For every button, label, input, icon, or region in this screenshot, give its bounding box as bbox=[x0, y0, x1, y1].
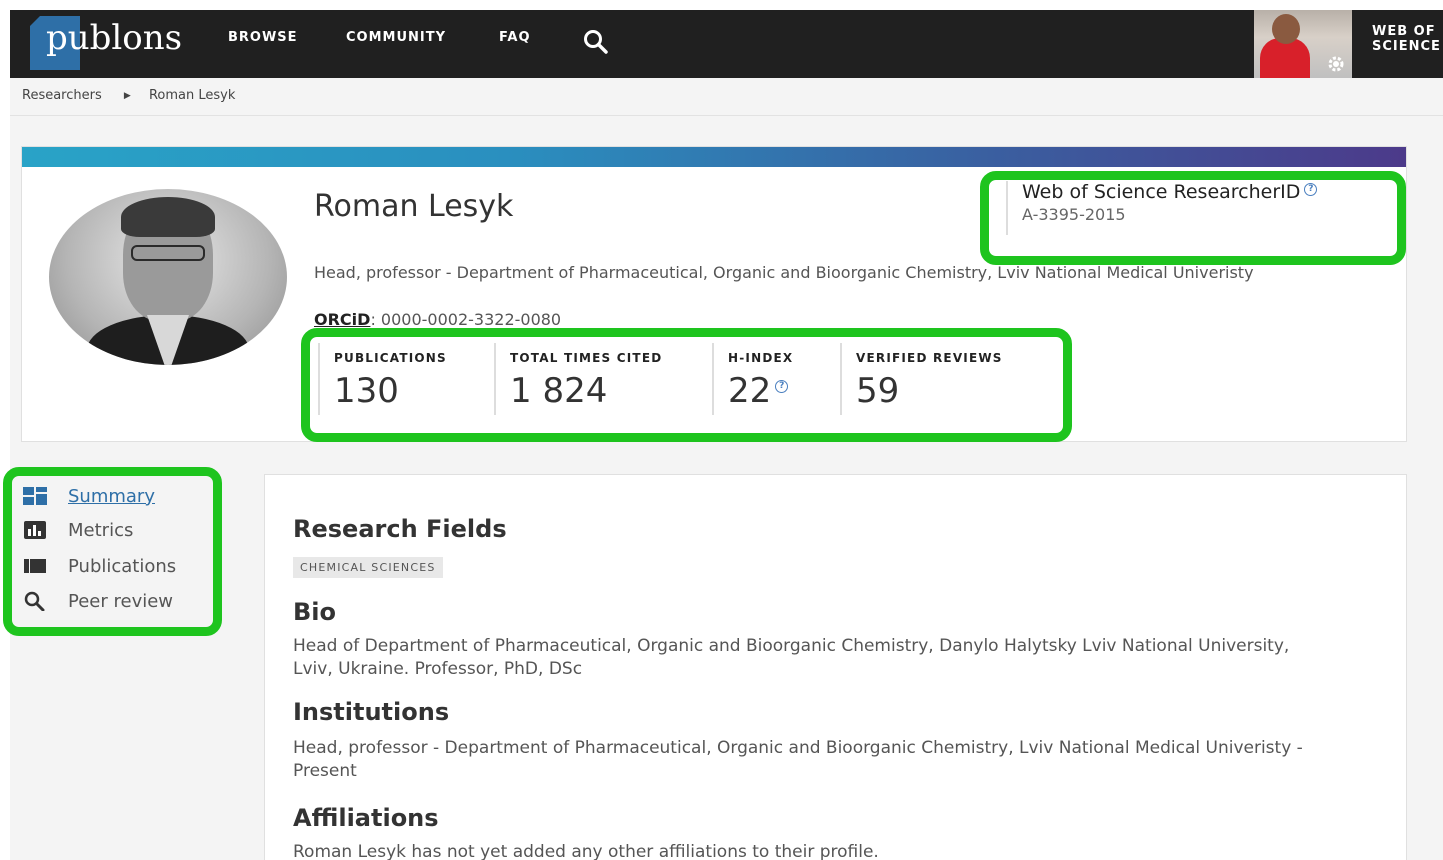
metric-total-times-cited[interactable]: TOTAL TIMES CITED 1 824 bbox=[494, 343, 712, 415]
affiliations-text: Roman Lesyk has not yet added any other … bbox=[293, 842, 879, 860]
orcid-label[interactable]: ORCiD bbox=[314, 310, 370, 329]
search-icon bbox=[22, 591, 48, 611]
breadcrumb-current: Roman Lesyk bbox=[148, 88, 236, 103]
metric-label: PUBLICATIONS bbox=[334, 351, 447, 365]
wos-line-1: WEB OF bbox=[1372, 24, 1436, 39]
avatar-figure-head bbox=[1272, 14, 1300, 44]
profile-orcid: ORCiD: 0000-0002-3322-0080 bbox=[314, 310, 561, 329]
avatar-glasses bbox=[131, 245, 205, 261]
dashboard-icon bbox=[22, 486, 48, 506]
profile-card: Roman Lesyk Head, professor - Department… bbox=[21, 146, 1407, 442]
metric-h-index[interactable]: H-INDEX 22? bbox=[712, 343, 840, 415]
user-avatar-menu[interactable] bbox=[1254, 10, 1352, 78]
metric-value: 130 bbox=[334, 371, 399, 411]
sidebar-item-label: Metrics bbox=[68, 519, 134, 541]
bio-text: Head of Department of Pharmaceutical, Or… bbox=[293, 636, 1290, 679]
nav-faq[interactable]: FAQ bbox=[499, 30, 531, 45]
profile-avatar bbox=[49, 189, 287, 365]
h-index-value: 22 bbox=[728, 371, 772, 411]
help-icon[interactable]: ? bbox=[1304, 182, 1318, 196]
avatar-hair bbox=[121, 197, 215, 237]
nav-search-button[interactable] bbox=[582, 28, 610, 56]
metric-label: VERIFIED REVIEWS bbox=[856, 351, 1003, 365]
summary-content-card: Research Fields CHEMICAL SCIENCES Bio He… bbox=[264, 474, 1407, 860]
orcid-value: : 0000-0002-3322-0080 bbox=[370, 310, 562, 329]
institutions-text: Head, professor - Department of Pharmace… bbox=[293, 738, 1303, 781]
research-field-tag[interactable]: CHEMICAL SCIENCES bbox=[293, 557, 443, 578]
breadcrumb: Researchers ▶ Roman Lesyk bbox=[10, 78, 1443, 116]
top-navigation-bar: publons BROWSE COMMUNITY FAQ WEB OF SCIE… bbox=[10, 10, 1443, 78]
institutions-title: Institutions bbox=[293, 698, 450, 726]
help-icon[interactable]: ? bbox=[775, 380, 789, 393]
profile-header-bar bbox=[22, 147, 1406, 167]
wos-line-2: SCIENCE bbox=[1372, 39, 1441, 54]
profile-position: Head, professor - Department of Pharmace… bbox=[314, 263, 1254, 282]
researcher-id-title-text: Web of Science ResearcherID bbox=[1022, 181, 1301, 203]
metric-label: TOTAL TIMES CITED bbox=[510, 351, 663, 365]
researcher-id-box: Web of Science ResearcherID? A-3395-2015 bbox=[1006, 181, 1366, 235]
publons-logo[interactable]: publons bbox=[20, 14, 182, 70]
metric-value: 22? bbox=[728, 371, 840, 411]
bio-title: Bio bbox=[293, 598, 337, 626]
gear-icon[interactable] bbox=[1326, 54, 1346, 74]
publications-icon bbox=[22, 556, 48, 576]
metric-verified-reviews[interactable]: VERIFIED REVIEWS 59 bbox=[840, 343, 1040, 415]
web-of-science-link[interactable]: WEB OF SCIENCE bbox=[1372, 24, 1441, 54]
nav-browse[interactable]: BROWSE bbox=[228, 30, 298, 45]
sidebar-item-label: Peer review bbox=[68, 590, 174, 612]
metric-value: 59 bbox=[856, 371, 900, 411]
sidebar-item-metrics[interactable]: Metrics bbox=[22, 516, 133, 544]
search-icon bbox=[584, 30, 608, 54]
sidebar-item-label: Summary bbox=[68, 485, 155, 507]
profile-name: Roman Lesyk bbox=[314, 189, 514, 224]
metric-label: H-INDEX bbox=[728, 351, 794, 365]
researcher-id-title: Web of Science ResearcherID? bbox=[1022, 181, 1366, 203]
affiliations-title: Affiliations bbox=[293, 804, 439, 832]
logo-text: publons bbox=[46, 18, 183, 58]
metric-publications[interactable]: PUBLICATIONS 130 bbox=[318, 343, 494, 415]
metric-value: 1 824 bbox=[510, 371, 608, 411]
research-fields-title: Research Fields bbox=[293, 515, 507, 543]
bar-chart-icon bbox=[22, 520, 48, 540]
sidebar-item-peer-review[interactable]: Peer review bbox=[22, 587, 173, 615]
researcher-id-value: A-3395-2015 bbox=[1022, 205, 1126, 224]
avatar-figure-body bbox=[1260, 38, 1310, 78]
breadcrumb-researchers[interactable]: Researchers bbox=[22, 88, 102, 103]
sidebar-item-label: Publications bbox=[68, 555, 177, 577]
nav-community[interactable]: COMMUNITY bbox=[346, 30, 446, 45]
sidebar-item-publications[interactable]: Publications bbox=[22, 552, 176, 580]
sidebar-item-summary[interactable]: Summary bbox=[22, 482, 155, 510]
breadcrumb-separator-icon: ▶ bbox=[123, 90, 131, 101]
